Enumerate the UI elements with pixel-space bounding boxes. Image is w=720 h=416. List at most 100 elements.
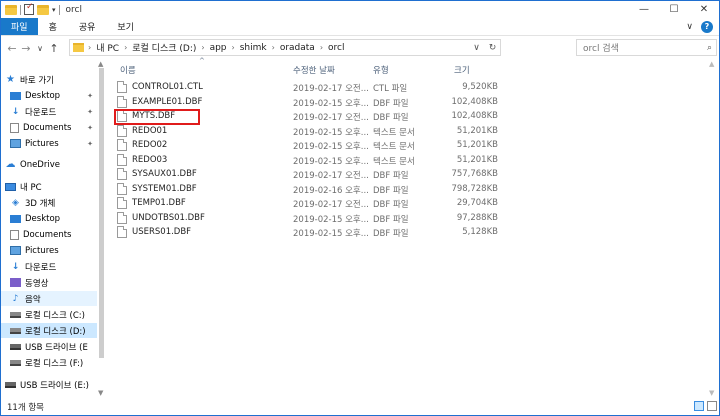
file-row[interactable]: EXAMPLE01.DBF 2019-02-15 오후... DBF 파일 10… [107,95,507,110]
sort-ascending-icon: ^ [199,57,205,65]
file-type: DBF 파일 [373,171,409,181]
breadcrumb-item[interactable]: orcl [328,43,344,53]
sidebar-item-drive-c[interactable]: 로컬 디스크 (C:) [1,307,97,322]
music-icon: ♪ [12,293,19,304]
sidebar-item-drive-d[interactable]: 로컬 디스크 (D:) [1,323,97,338]
breadcrumb-item[interactable]: oradata [280,43,315,53]
status-bar: 11개 항목 [1,398,719,415]
scroll-up-icon[interactable]: ▲ [709,60,714,68]
up-button[interactable]: ↑ [47,42,61,55]
recent-locations-button[interactable]: ∨ [33,44,47,53]
forward-button[interactable]: → [19,42,33,55]
file-type: DBF 파일 [373,185,409,196]
customize-toolbar-icon[interactable]: ▾ [52,6,56,14]
file-row[interactable]: REDO02 2019-02-15 오후... 텍스트 문서 51,201KB [107,138,507,153]
sidebar-item-downloads[interactable]: ↓ 다운로드 ✦ [1,104,97,119]
sidebar-item-downloads-pc[interactable]: ↓ 다운로드 [1,259,97,274]
file-row[interactable]: USERS01.DBF 2019-02-15 오후... DBF 파일 5,12… [107,225,507,240]
documents-icon [10,122,19,133]
window-title: orcl [65,4,82,15]
properties-icon[interactable] [24,2,34,15]
search-input[interactable]: orcl 검색 ⌕ [576,39,717,56]
documents-icon [10,229,19,240]
file-row[interactable]: REDO01 2019-02-15 오후... 텍스트 문서 51,201KB [107,124,507,139]
large-icons-view-icon[interactable] [707,401,717,411]
star-icon: ★ [6,74,15,85]
folder-icon[interactable] [5,4,17,15]
sidebar-item-desktop[interactable]: Desktop ✦ [1,88,97,103]
breadcrumb-item[interactable]: 내 PC [96,41,119,54]
file-icon [117,182,127,195]
quick-access-toolbar: ▾ [1,2,60,15]
column-header-date[interactable]: 수정한 날짜 [293,64,335,76]
tab-view[interactable]: 보기 [106,18,145,35]
sidebar-item-label: Pictures [25,245,59,256]
download-icon: ↓ [11,261,20,272]
sidebar-item-pictures[interactable]: Pictures ✦ [1,136,97,151]
file-row[interactable]: TEMP01.DBF 2019-02-17 오전... DBF 파일 29,70… [107,196,507,211]
tab-home[interactable]: 홈 [38,18,68,35]
minimize-button[interactable]: — [629,1,659,18]
scrollbar-thumb[interactable] [99,68,104,358]
file-name: EXAMPLE01.DBF [132,96,203,107]
file-row[interactable]: SYSTEM01.DBF 2019-02-16 오후... DBF 파일 798… [107,182,507,197]
sidebar-item-onedrive[interactable]: ☁ OneDrive [1,157,97,172]
file-size: 51,201KB [456,154,498,165]
breadcrumb-item[interactable]: app [210,43,227,53]
pin-icon: ✦ [87,123,93,132]
column-header-name[interactable]: 이름 [120,64,136,76]
scroll-down-icon[interactable]: ▼ [98,389,103,397]
breadcrumb-item[interactable]: 로컬 디스크 (D:) [132,41,196,54]
file-type: DBF 파일 [373,113,409,123]
sidebar-item-pictures-pc[interactable]: Pictures [1,243,97,258]
details-view-icon[interactable] [694,401,704,411]
sidebar-item-drive-f[interactable]: 로컬 디스크 (F:) [1,355,97,370]
navigation-pane-scrollbar[interactable]: ▲ ▼ [97,60,106,397]
sidebar-item-music[interactable]: ♪ 음악 [1,291,97,306]
file-type: DBF 파일 [373,98,409,109]
highlight-annotation [114,109,200,125]
close-button[interactable]: ✕ [689,1,719,18]
file-name: SYSAUX01.DBF [132,169,197,179]
file-type: DBF 파일 [373,229,409,239]
scroll-up-icon[interactable]: ▲ [98,60,103,68]
sidebar-item-usb-drive[interactable]: USB 드라이브 (E:) [1,377,97,392]
sidebar-item-quick-access[interactable]: ★ 바로 가기 [1,72,97,87]
expand-ribbon-icon[interactable]: ∨ [686,22,693,32]
file-name: REDO03 [132,154,168,165]
file-row[interactable]: UNDOTBS01.DBF 2019-02-15 오후... DBF 파일 97… [107,211,507,226]
pictures-icon [10,246,21,255]
file-row[interactable]: REDO03 2019-02-15 오후... 텍스트 문서 51,201KB [107,153,507,168]
maximize-button[interactable]: ☐ [659,1,689,18]
sidebar-item-this-pc[interactable]: 내 PC [1,179,97,194]
sidebar-item-documents[interactable]: Documents ✦ [1,120,97,135]
sidebar-item-videos[interactable]: 동영상 [1,275,97,290]
column-header-type[interactable]: 유형 [373,64,389,76]
breadcrumb-item[interactable]: shimk [240,43,267,53]
refresh-button[interactable]: ↻ [484,40,500,55]
file-size: 51,201KB [456,140,498,150]
file-row[interactable]: SYSAUX01.DBF 2019-02-17 오전... DBF 파일 757… [107,167,507,182]
file-list-scrollbar[interactable]: ▲ ▼ [707,60,718,397]
help-icon[interactable]: ? [701,20,713,33]
sidebar-item-usb-e[interactable]: USB 드라이브 (E [1,339,97,354]
file-type: 텍스트 문서 [373,127,415,138]
column-header-size[interactable]: 크기 [454,64,470,76]
file-date: 2019-02-17 오전... [293,200,369,210]
file-icon [117,124,127,137]
sidebar-item-3d-objects[interactable]: ◈ 3D 개체 [1,195,97,210]
scroll-down-icon[interactable]: ▼ [709,389,714,397]
folder-icon [73,43,84,52]
pc-icon [5,182,16,191]
address-bar[interactable]: › 내 PC › 로컬 디스크 (D:) › app › shimk › ora… [69,39,501,56]
drive-icon [10,327,21,334]
tab-share[interactable]: 공유 [68,18,107,35]
file-row[interactable]: CONTROL01.CTL 2019-02-17 오전... CTL 파일 9,… [107,80,507,95]
file-size: 29,704KB [456,198,498,208]
address-dropdown-button[interactable]: ∨ [468,40,484,55]
sidebar-item-documents-pc[interactable]: Documents [1,227,97,242]
tab-file[interactable]: 파일 [1,18,38,35]
sidebar-item-desktop-pc[interactable]: Desktop [1,211,97,226]
new-folder-icon[interactable] [37,4,49,15]
back-button[interactable]: ← [5,42,19,55]
